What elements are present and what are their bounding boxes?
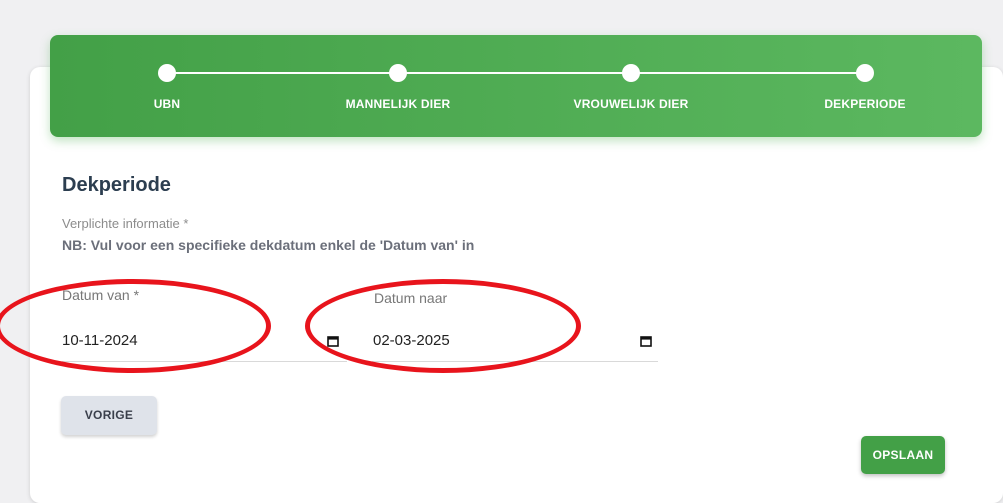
nb-note: NB: Vul voor een specifieke dekdatum enk…: [62, 237, 475, 253]
page-title: Dekperiode: [62, 174, 171, 196]
stepper: UBN MANNELIJK DIER VROUWELIJK DIER DEKPE…: [50, 35, 982, 137]
required-info-note: Verplichte informatie *: [62, 216, 189, 231]
page: UBN MANNELIJK DIER VROUWELIJK DIER DEKPE…: [0, 0, 1003, 503]
step-label-vrouwelijk-dier[interactable]: VROUWELIJK DIER: [541, 97, 721, 111]
previous-button[interactable]: VORIGE: [61, 396, 157, 435]
annotation-circle-date-from: [0, 279, 271, 373]
step-dot-vrouwelijk-dier[interactable]: [622, 64, 640, 82]
step-label-dekperiode[interactable]: DEKPERIODE: [775, 97, 955, 111]
annotation-circle-date-to: [305, 279, 581, 373]
calendar-icon[interactable]: [640, 335, 652, 347]
step-dot-ubn[interactable]: [158, 64, 176, 82]
step-label-mannelijk-dier[interactable]: MANNELIJK DIER: [308, 97, 488, 111]
step-dot-dekperiode[interactable]: [856, 64, 874, 82]
step-label-ubn[interactable]: UBN: [77, 97, 257, 111]
step-dot-mannelijk-dier[interactable]: [389, 64, 407, 82]
stepper-line: [167, 72, 867, 74]
save-button[interactable]: OPSLAAN: [861, 436, 945, 474]
